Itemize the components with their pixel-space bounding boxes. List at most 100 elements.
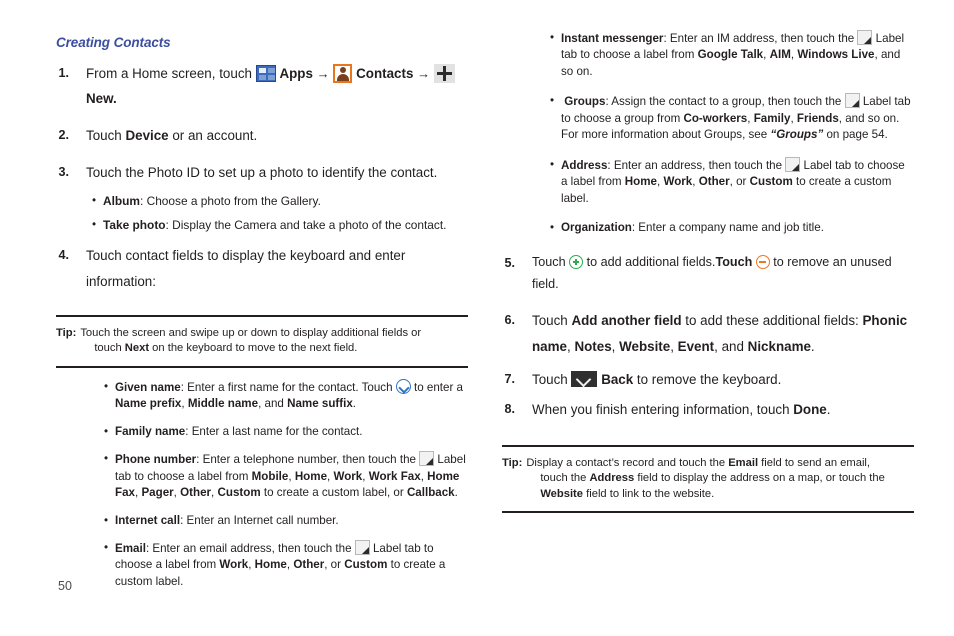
done-label: Done (793, 402, 827, 418)
tip-r-l2c: field to display the address on a map, o… (634, 472, 885, 485)
groups-term: Groups (564, 95, 606, 109)
step-text: Touch to add additional fields.Touch to … (532, 251, 914, 296)
tip-label: Tip: (56, 326, 77, 339)
event-label: Event (677, 338, 715, 354)
name-suffix-label: Name suffix (287, 397, 353, 411)
tip-box-left: Tip: Touch the screen and swipe up or do… (56, 314, 468, 368)
right-column: • Instant messenger: Enter an IM address… (502, 0, 914, 514)
step-3-bullet-list: • Album: Choose a photo from the Gallery… (92, 193, 468, 234)
contacts-person-icon[interactable] (333, 63, 353, 83)
tip-box-right: Tip: Display a contact’s record and touc… (502, 444, 914, 514)
arrow-icon-2: → (417, 65, 431, 81)
bullet-dot: • (104, 452, 109, 466)
plus-icon[interactable] (433, 63, 455, 83)
home-label: Home (294, 469, 328, 483)
new-label: New. (86, 91, 117, 107)
step-number: 8. (504, 402, 515, 417)
album-desc: : Choose a photo from the Gallery. (140, 193, 321, 208)
sep: , and (258, 397, 288, 411)
apps-grid-icon[interactable] (255, 64, 276, 82)
given-name-term: Given name (115, 380, 181, 394)
step-number: 3. (58, 164, 69, 179)
step-text: Touch contact fields to display the keyb… (86, 248, 406, 290)
website-field-label: Website (540, 487, 584, 500)
add-circle-icon[interactable] (569, 254, 584, 269)
work-label: Work (219, 558, 249, 572)
bullet-text: Organization: Enter a company name and j… (561, 220, 914, 236)
groups-cross-reference: “Groups” (770, 128, 824, 142)
callback-label: Callback (406, 486, 455, 500)
bullet-dot: • (550, 221, 555, 235)
bullet-text: Family name: Enter a last name for the c… (115, 424, 468, 440)
step-1-text-a: From a Home screen, touch (86, 65, 252, 81)
tip-r-l2a: touch the (540, 472, 590, 485)
list-item-organization: • Organization: Enter a company name and… (550, 220, 914, 236)
tip-r-l3c: field to link to the website. (583, 487, 715, 500)
other-label: Other (180, 486, 212, 500)
step-5: 5. Touch to add additional fields.Touch … (502, 251, 914, 296)
label-tab-icon[interactable] (844, 93, 860, 109)
sep: . (352, 397, 357, 411)
step-7-text-b: to remove the keyboard. (633, 372, 782, 388)
contact-fields-list-left: • Given name: Enter a first name for the… (104, 378, 468, 591)
list-item-email: • Email: Enter an email address, then to… (104, 540, 468, 590)
list-item-address: • Address: Enter an address, then touch … (550, 156, 914, 207)
album-term: Album (103, 193, 140, 208)
address-term: Address (561, 158, 608, 172)
touch-label: Touch (715, 254, 753, 269)
step-number: 5. (504, 255, 515, 270)
website-label: Website (619, 338, 671, 354)
work-label: Work (663, 175, 693, 189)
step-3: 3. Touch the Photo ID to set up a photo … (56, 160, 468, 234)
back-icon[interactable] (571, 371, 598, 388)
home-label: Home (254, 558, 287, 572)
step-1: 1. From a Home screen, touch Apps → Cont… (56, 61, 468, 113)
remove-circle-icon[interactable] (755, 254, 770, 269)
label-tab-icon[interactable] (857, 30, 873, 45)
internet-call-term: Internet call (115, 513, 181, 527)
other-label: Other (293, 558, 325, 572)
label-tab-icon[interactable] (419, 451, 435, 467)
sep: . (810, 338, 815, 354)
aim-label: AIM (769, 48, 791, 62)
label-tab-icon[interactable] (354, 540, 370, 556)
list-item-phone-number: • Phone number: Enter a telephone number… (104, 451, 468, 501)
step-8-text-a: When you finish entering information, to… (532, 402, 794, 418)
chevron-down-circle-icon[interactable] (395, 378, 411, 394)
label-tab-icon[interactable] (785, 156, 801, 172)
list-item-internet-call: • Internet call: Enter an Internet call … (104, 513, 468, 529)
bullet-dot: • (104, 424, 109, 438)
other-label: Other (698, 175, 730, 189)
windows-live-label: Windows Live (797, 48, 875, 62)
bullet-dot: • (550, 94, 555, 108)
step-text: From a Home screen, touch Apps → Contact… (86, 61, 468, 113)
sep: . (454, 486, 458, 500)
tip-label: Tip: (502, 456, 523, 469)
instant-messenger-term: Instant messenger (561, 32, 664, 45)
step-7: 7. Touch Back to remove the keyboard. (502, 367, 914, 393)
sep: , and (714, 338, 748, 354)
custom-label: Custom (344, 558, 388, 572)
list-item-given-name: • Given name: Enter a first name for the… (104, 378, 468, 413)
tip-line-2c: on the keyboard to move to the next fiel… (149, 342, 358, 355)
phone-seg1: : Enter a telephone number, then touch t… (196, 453, 420, 467)
bullet-dot: • (104, 541, 109, 555)
google-talk-label: Google Talk (697, 48, 764, 62)
name-prefix-label: Name prefix (115, 397, 182, 411)
bullet-dot: • (104, 379, 109, 393)
tip-text: Display a contact’s record and touch the… (526, 456, 912, 502)
page-title: Creating Contacts (56, 35, 171, 50)
im-seg1: : Enter an IM address, then touch the (663, 32, 858, 45)
email-term: Email (115, 542, 146, 556)
work-label: Work (333, 469, 363, 483)
family-label: Family (753, 111, 791, 125)
step-text: Touch Back to remove the keyboard. (532, 367, 914, 393)
co-workers-label: Co-workers (683, 111, 748, 125)
tip-text: Touch the screen and swipe up or down to… (80, 326, 466, 357)
address-seg1: : Enter an address, then touch the (607, 158, 786, 172)
email-field-label: Email (728, 456, 759, 469)
step-7-text-a: Touch (532, 372, 572, 388)
step-8-text-b: . (826, 402, 831, 418)
contacts-label: Contacts (356, 65, 414, 81)
tip-r-l1a: Display a contact’s record and touch the (526, 456, 729, 469)
